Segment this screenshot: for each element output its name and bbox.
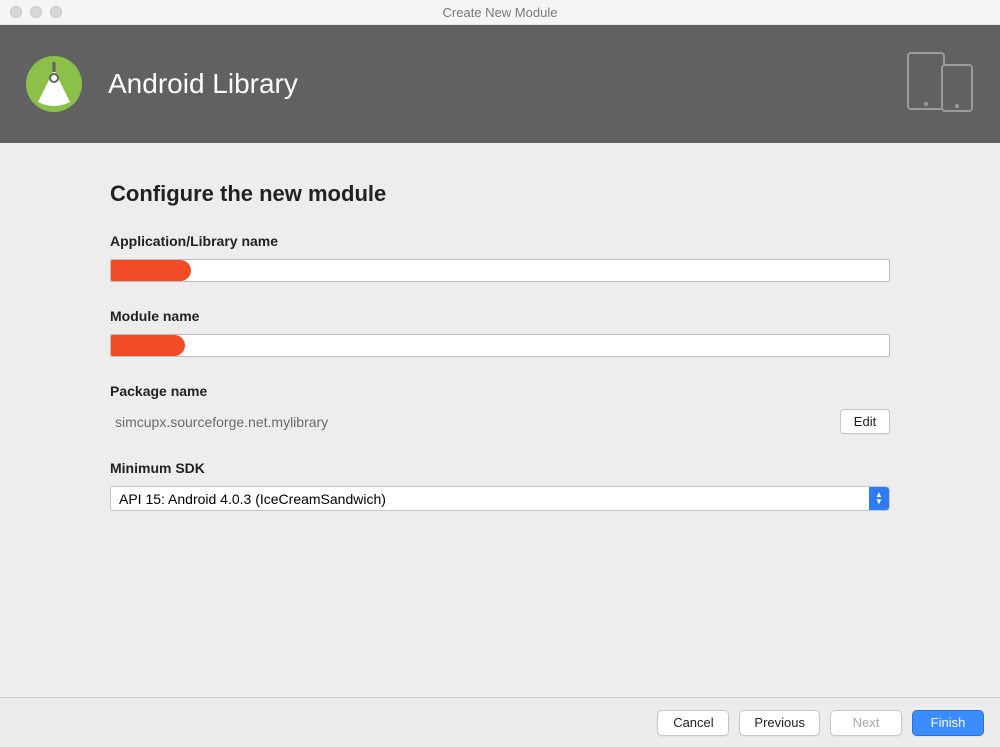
redaction-module-name [111, 335, 185, 356]
label-package-name: Package name [110, 383, 890, 399]
android-studio-icon [24, 54, 84, 114]
finish-button[interactable]: Finish [912, 710, 984, 736]
label-min-sdk: Minimum SDK [110, 460, 890, 476]
field-package-name: Package name simcupx.sourceforge.net.myl… [110, 383, 890, 434]
next-button: Next [830, 710, 902, 736]
content-area: Configure the new module Application/Lib… [0, 143, 1000, 511]
window-title: Create New Module [0, 5, 1000, 20]
banner-title: Android Library [108, 68, 298, 100]
titlebar: Create New Module [0, 0, 1000, 25]
cancel-button[interactable]: Cancel [657, 710, 729, 736]
field-module-name: Module name [110, 308, 890, 357]
edit-package-button[interactable]: Edit [840, 409, 890, 434]
field-app-name: Application/Library name [110, 233, 890, 282]
select-min-sdk-input[interactable]: API 15: Android 4.0.3 (IceCreamSandwich) [110, 486, 890, 511]
footer: Cancel Previous Next Finish [0, 697, 1000, 747]
label-app-name: Application/Library name [110, 233, 890, 249]
package-name-text: simcupx.sourceforge.net.mylibrary [110, 409, 830, 434]
label-module-name: Module name [110, 308, 890, 324]
banner: Android Library [0, 25, 1000, 143]
input-module-name[interactable] [110, 334, 890, 357]
select-min-sdk[interactable]: API 15: Android 4.0.3 (IceCreamSandwich)… [110, 486, 890, 511]
input-app-name[interactable] [110, 259, 890, 282]
redaction-app-name [111, 260, 191, 281]
devices-icon [906, 51, 976, 118]
previous-button[interactable]: Previous [739, 710, 820, 736]
page-title: Configure the new module [110, 181, 890, 207]
field-min-sdk: Minimum SDK API 15: Android 4.0.3 (IceCr… [110, 460, 890, 511]
